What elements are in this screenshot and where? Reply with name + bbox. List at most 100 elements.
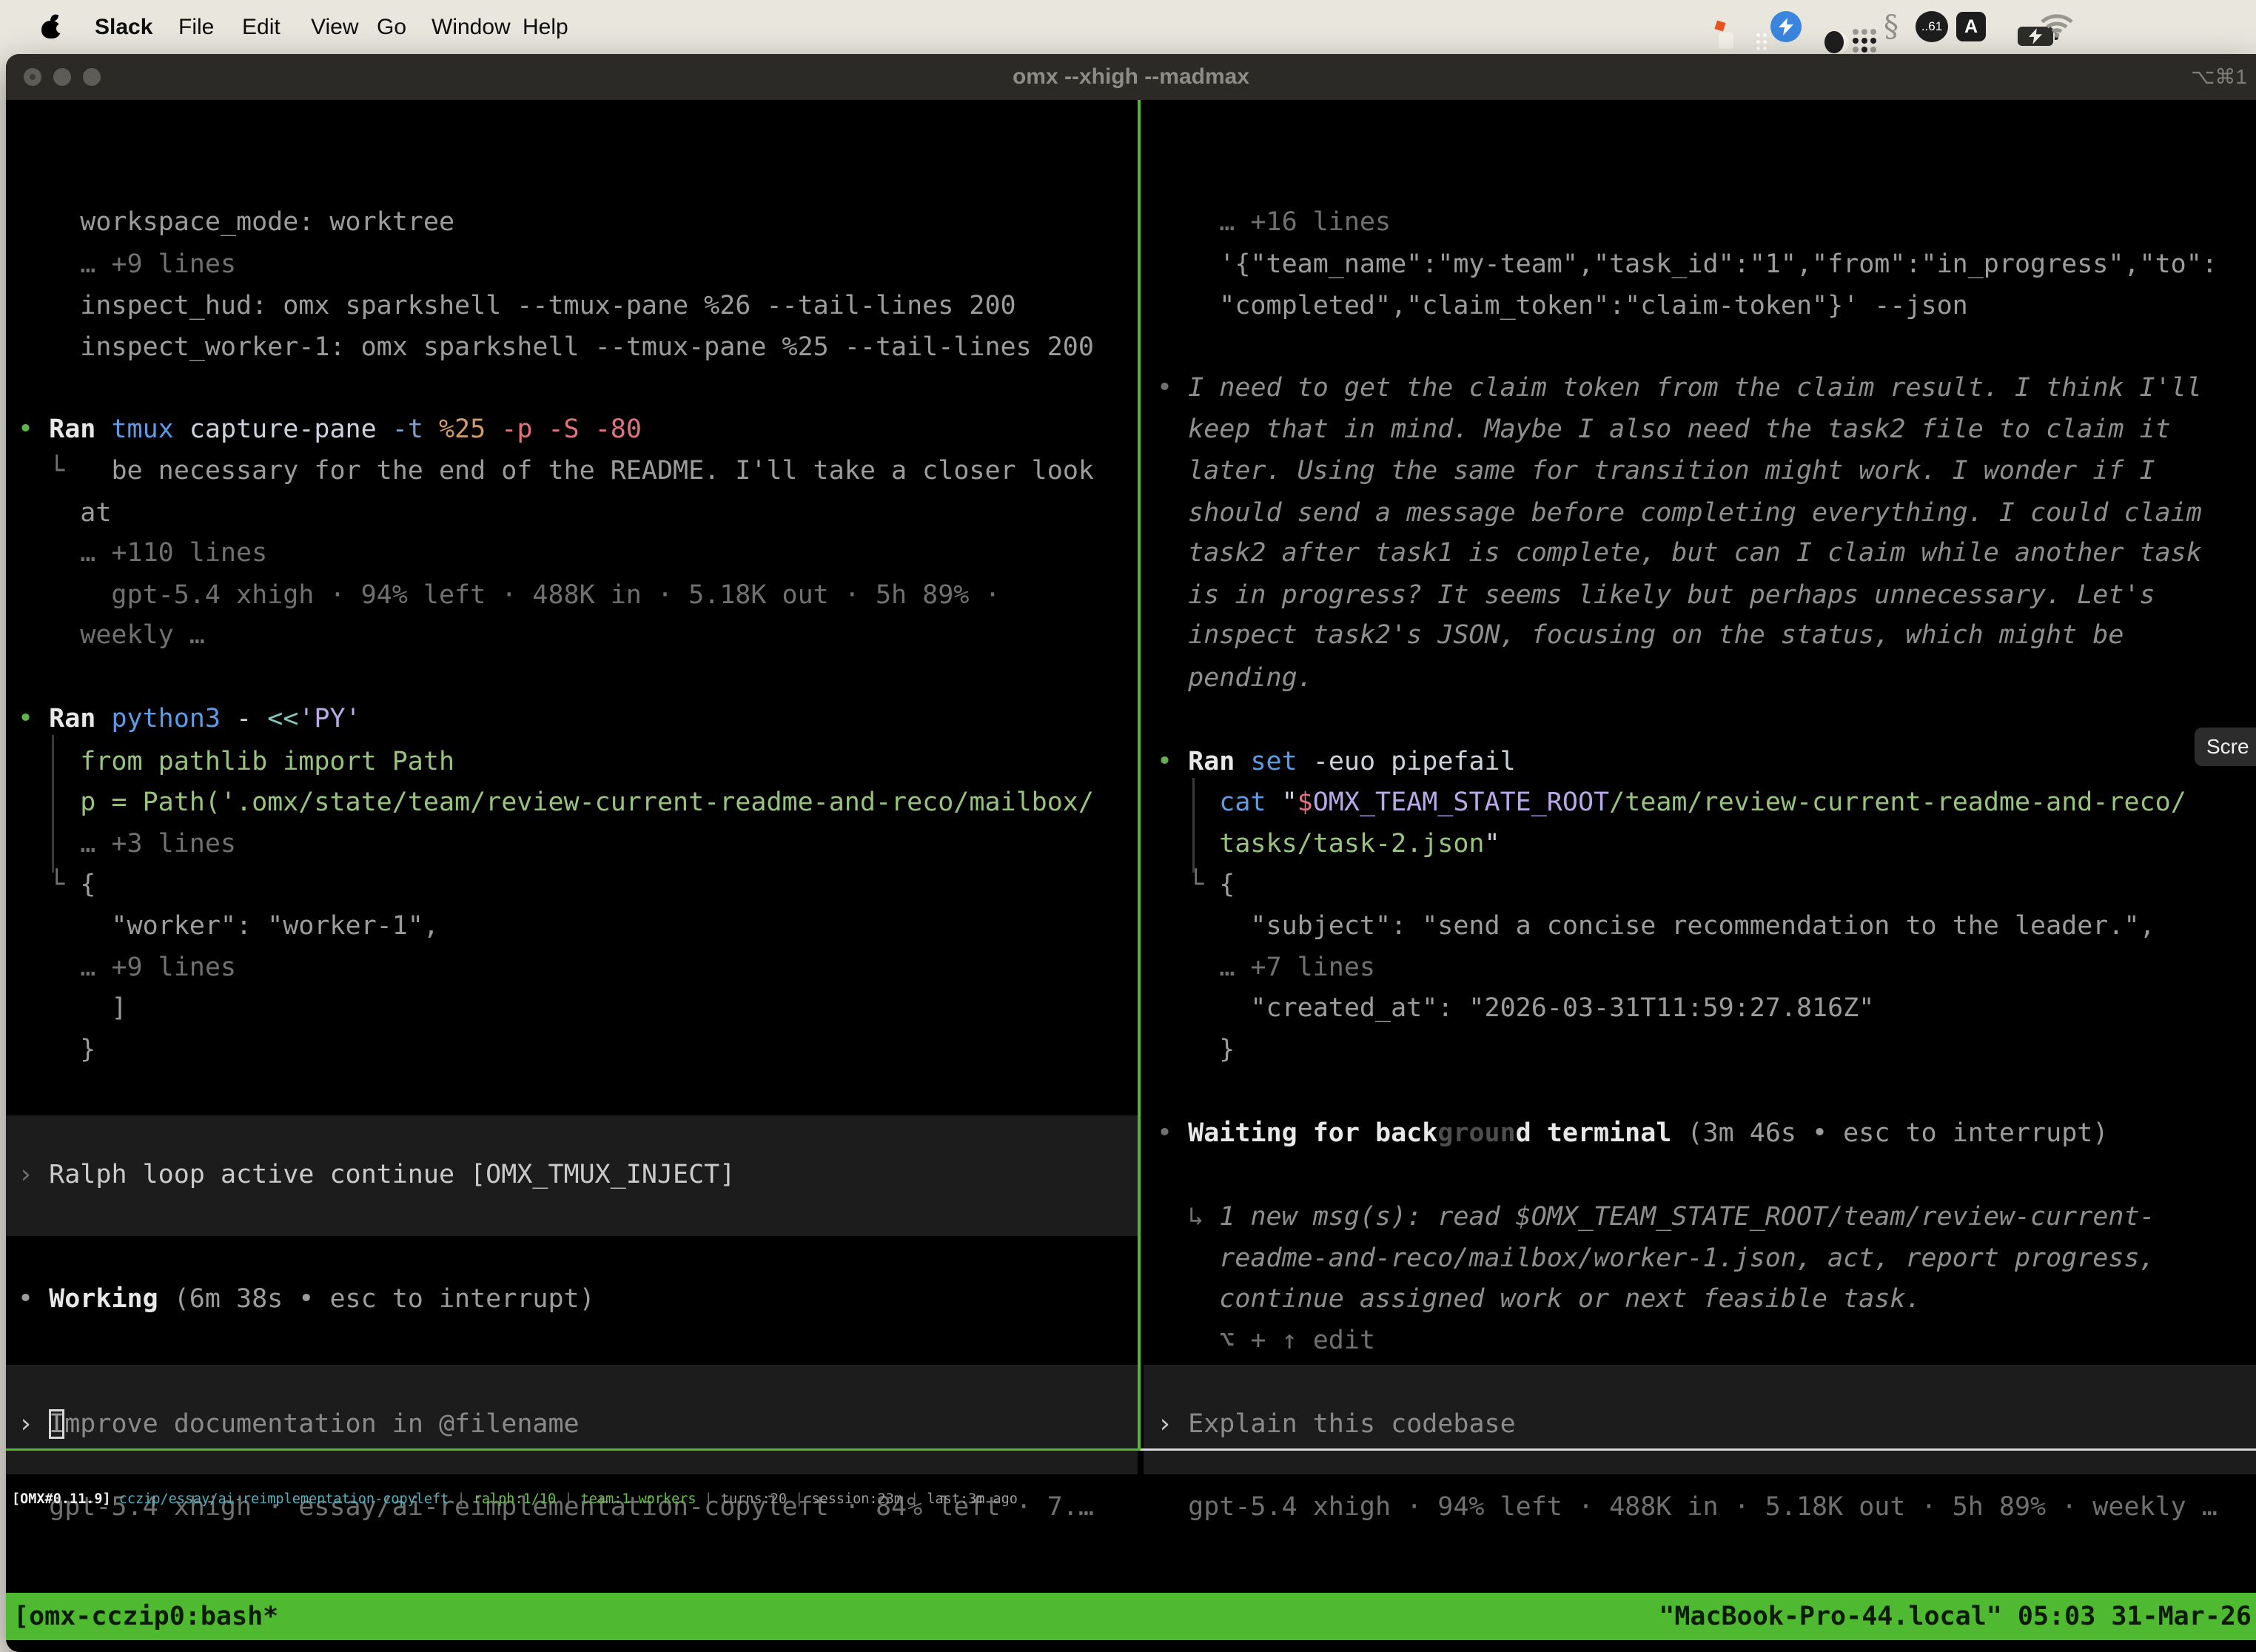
tmux-session-name: [omx-cczip0:bash* [13, 1593, 278, 1640]
terminal-line: • Ran python3 - <<'PY' [18, 698, 361, 739]
token: └ [18, 456, 111, 486]
token: from pathlib import Path [18, 747, 454, 776]
token: | [556, 1491, 580, 1507]
terminal-line: pending. [1157, 657, 1313, 699]
token: " [1485, 829, 1500, 859]
terminal-line: … +16 lines [1157, 201, 1391, 243]
terminal-line: "created_at": "2026-03-31T11:59:27.816Z" [1157, 987, 1874, 1029]
token: gpt-5.4 xhigh · 94% left · 488K in · 5.1… [1157, 1492, 2218, 1522]
wifi-icon[interactable] [2040, 13, 2074, 41]
token: [OMX#0.11.9] [12, 1491, 119, 1507]
a-key-icon[interactable]: A [1956, 12, 1986, 41]
screen-tooltip: Scre [2195, 728, 2256, 766]
token: $ [1297, 788, 1313, 817]
token: • [18, 414, 49, 444]
menu-window[interactable]: Window [432, 0, 511, 54]
badge-61-icon[interactable]: ..61 [1916, 11, 1948, 42]
terminal-line: … +9 lines [18, 947, 236, 988]
token: capture-pane [189, 414, 392, 444]
terminal-line: └ { [18, 864, 95, 905]
terminal-line: task2 after task1 is complete, but can I… [1157, 532, 2202, 574]
pane-hud: … +16 lines '{"team_name":"my-team","tas… [1144, 100, 2256, 1451]
terminal-line: should send a message before completing … [1157, 492, 2202, 534]
token: Waiting for back [1188, 1118, 1437, 1148]
app-menu-slack[interactable]: Slack [95, 0, 152, 54]
token: be necessary for the end of the README. … [111, 456, 1094, 486]
token: • [1157, 1118, 1188, 1148]
menu-view[interactable]: View [311, 0, 358, 54]
token: readme-and-reco/mailbox/worker-1.json, a… [1157, 1243, 2155, 1273]
terminal-line: "subject": "send a concise recommendatio… [1157, 905, 2155, 947]
terminal-line: p = Path('.omx/state/team/review-current… [18, 782, 1094, 823]
token: ] [18, 993, 127, 1023]
token: Ran [1188, 747, 1250, 776]
menu-help[interactable]: Help [523, 0, 568, 54]
terminal-line: inspect task2's JSON, focusing on the st… [1157, 614, 2124, 656]
token: cat [1157, 788, 1282, 817]
tmux-status-bar: [omx-cczip0:bash* "MacBook-Pro-44.local"… [6, 1593, 2256, 1640]
token: … +110 lines [18, 538, 267, 568]
terminal-line: keep that in mind. Maybe I also need the… [1157, 409, 2171, 450]
terminal-line: inspect_hud: omx sparkshell --tmux-pane … [18, 285, 1016, 326]
token: -p -S -80 [501, 414, 642, 444]
menu-edit[interactable]: Edit [242, 0, 281, 54]
token: -t [392, 414, 439, 444]
token: %25 [439, 414, 501, 444]
token: … +16 lines [1157, 207, 1391, 237]
token: - [236, 704, 267, 733]
token: | [787, 1491, 811, 1507]
terminal-line: at [18, 492, 111, 534]
terminal-line: readme-and-reco/mailbox/worker-1.json, a… [1157, 1238, 2155, 1279]
desktop: { "menu_bar": { "app_menu": "Slack", "it… [0, 0, 2256, 1652]
token: inspect_worker-1: omx sparkshell --tmux-… [18, 332, 1094, 362]
token: mprove documentation in @filename [64, 1409, 579, 1439]
spark-bolt-icon[interactable] [1770, 11, 1802, 42]
token: is in progress? It seems likely but perh… [1157, 580, 2155, 610]
token: ↳ [1157, 1202, 1219, 1232]
token: should send a message before completing … [1157, 498, 2202, 528]
token: later. Using the same for transition mig… [1157, 456, 2155, 486]
token: } [1157, 1035, 1235, 1064]
terminal-line: '{"team_name":"my-team","task_id":"1","f… [1157, 244, 2218, 285]
token: … +9 lines [18, 953, 236, 982]
token: /team/review-current-readme-and-reco/ [1609, 788, 2186, 817]
menu-go[interactable]: Go [377, 0, 406, 54]
terminal-line: weekly … [18, 614, 205, 656]
token: '{"team_name":"my-team","task_id":"1","f… [1157, 249, 2218, 279]
token: ralph:1/10 [474, 1491, 556, 1507]
token: OMX_TEAM_STATE_ROOT [1313, 788, 1609, 817]
terminal-line: … +3 lines [18, 823, 236, 864]
token: • [18, 704, 49, 733]
token: … +9 lines [18, 249, 236, 279]
terminal-line: └ be necessary for the end of the README… [18, 450, 1094, 491]
waiting-status: • Waiting for background terminal (3m 46… [1157, 1112, 2108, 1154]
token: continue assigned work or next feasible … [1157, 1284, 1921, 1314]
tmux-host-clock: "MacBook-Pro-44.local" 05:03 31-Mar-26 [1659, 1593, 2252, 1640]
token: • [1157, 747, 1188, 776]
terminal-line: cat "$OMX_TEAM_STATE_ROOT/team/review-cu… [1157, 782, 2186, 823]
terminal-line: } [18, 1029, 95, 1070]
terminal-line: continue assigned work or next feasible … [1157, 1278, 1921, 1320]
token: "subject": "send a concise recommendatio… [1157, 911, 2155, 941]
token: turns:20 [721, 1491, 787, 1507]
token: | [696, 1491, 721, 1507]
squiggle-icon[interactable]: § [1884, 12, 1899, 41]
terminal-line: is in progress? It seems likely but perh… [1157, 574, 2155, 616]
token: └ [1157, 870, 1219, 899]
prompt-input[interactable]: › Improve documentation in @filename [18, 1403, 580, 1445]
token: gpt-5.4 xhigh · 94% left · 488K in · 5.1… [18, 580, 1001, 610]
token: pending. [1157, 663, 1313, 693]
prompt-input[interactable]: › Explain this codebase [1157, 1403, 1516, 1445]
token: " [1282, 788, 1297, 817]
token: (6m 38s • esc to interrupt) [174, 1284, 595, 1314]
token: "created_at": "2026-03-31T11:59:27.816Z" [1157, 993, 1874, 1023]
window-title: omx --xhigh --madmax [6, 54, 2256, 100]
token: task2 after task1 is complete, but can I… [1157, 538, 2202, 568]
token: } [18, 1035, 95, 1064]
token: { [1219, 870, 1235, 899]
token: workspace_mode: worktree [18, 207, 454, 237]
apple-menu-icon[interactable] [41, 14, 61, 39]
terminal-line: … +9 lines [18, 244, 236, 285]
token: … +7 lines [1157, 953, 1375, 982]
menu-file[interactable]: File [178, 0, 214, 54]
